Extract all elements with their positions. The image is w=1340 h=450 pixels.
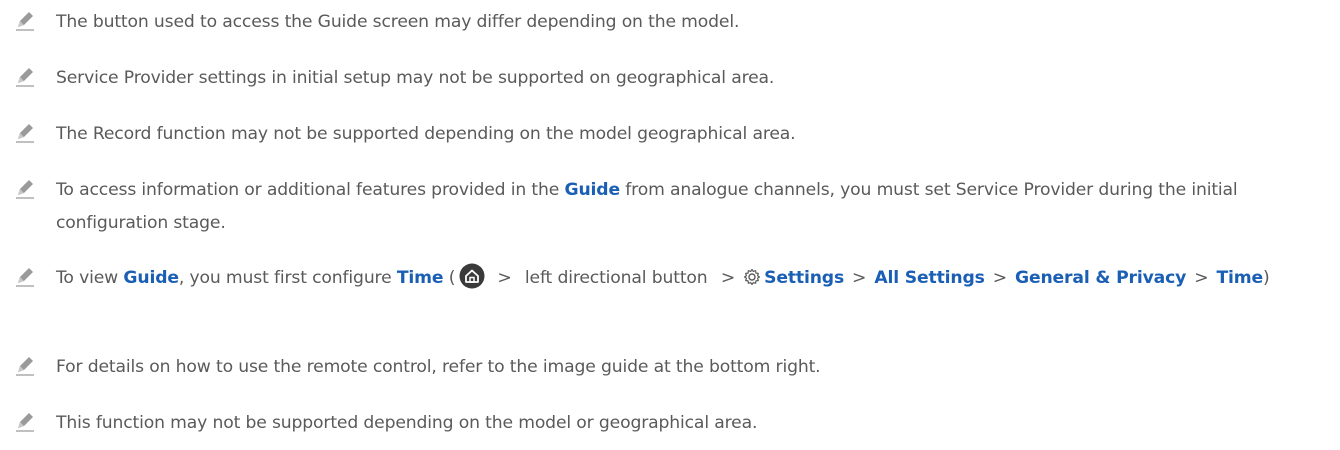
guide-link[interactable]: Guide <box>123 268 179 288</box>
path-separator: > <box>497 268 512 288</box>
time-link[interactable]: Time <box>397 268 444 288</box>
note-text: For details on how to use the remote con… <box>56 357 821 377</box>
note-text-part: To view <box>56 268 124 288</box>
path-separator: > <box>1194 268 1209 288</box>
home-icon <box>459 263 485 289</box>
pencil-icon <box>14 121 36 143</box>
settings-link[interactable]: Settings <box>764 268 844 288</box>
note-text-part: To access information or additional feat… <box>56 180 565 200</box>
note-text: The Record function may not be supported… <box>56 124 796 144</box>
note-text: Service Provider settings in initial set… <box>56 68 775 88</box>
note-text: The button used to access the Guide scre… <box>56 12 740 32</box>
pencil-icon <box>14 65 36 87</box>
general-privacy-link[interactable]: General & Privacy <box>1015 268 1186 288</box>
note-text-part: , you must first configure <box>178 268 397 288</box>
pencil-icon <box>14 177 36 199</box>
path-separator: > <box>852 268 867 288</box>
guide-link[interactable]: Guide <box>565 180 621 200</box>
paren-close: ) <box>1263 268 1270 288</box>
pencil-icon <box>14 265 36 287</box>
note-text: To access information or additional feat… <box>56 174 1326 240</box>
note-text: To view Guide, you must first configure … <box>56 262 1326 295</box>
pencil-icon <box>14 354 36 376</box>
pencil-icon <box>14 410 36 432</box>
path-separator: > <box>720 268 736 288</box>
notes-list: The button used to access the Guide scre… <box>0 0 1340 450</box>
path-separator: > <box>992 268 1007 288</box>
gear-icon <box>744 268 761 286</box>
note-text: This function may not be supported depen… <box>56 413 758 433</box>
pencil-icon <box>14 9 36 31</box>
all-settings-link[interactable]: All Settings <box>874 268 985 288</box>
paren-open: ( <box>443 268 456 288</box>
note-text-part: left directional button <box>519 268 713 288</box>
time-link[interactable]: Time <box>1216 268 1263 288</box>
